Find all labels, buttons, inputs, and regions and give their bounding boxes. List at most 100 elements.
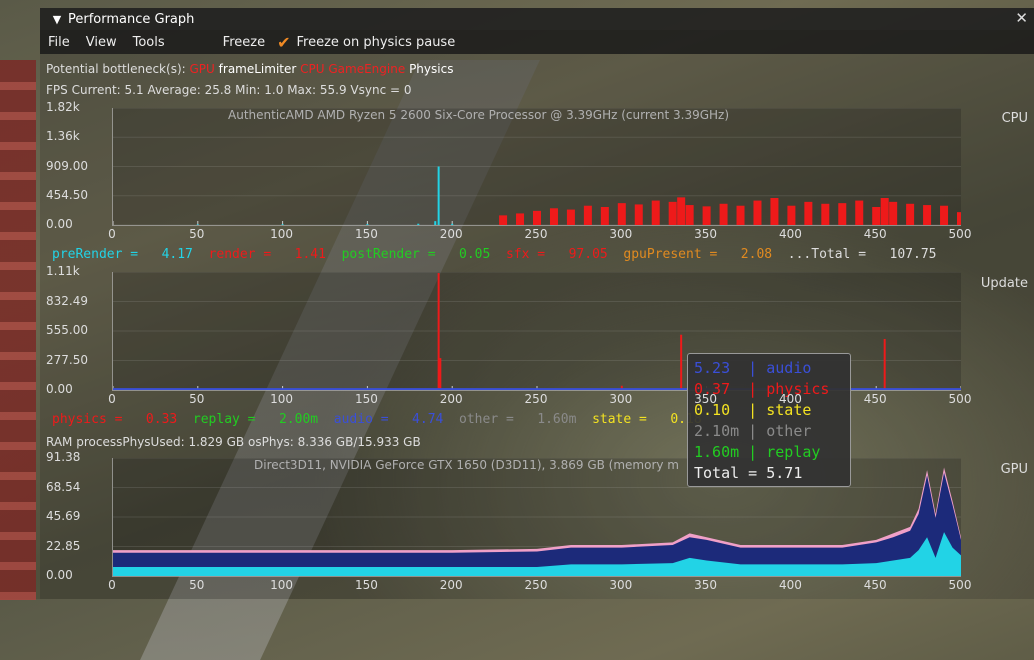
menu-view[interactable]: View bbox=[78, 35, 125, 50]
x-tick-label: 0 bbox=[108, 227, 116, 241]
performance-graph-window: ▼ Performance Graph ✕ File View Tools Fr… bbox=[40, 8, 1034, 599]
x-tick-label: 450 bbox=[863, 578, 887, 592]
x-tick-label: 150 bbox=[354, 578, 378, 592]
update-legend: physics = 0.33 replay = 2.00m audio = 4.… bbox=[52, 412, 717, 427]
x-tick-label: 350 bbox=[694, 578, 718, 592]
collapse-arrow-icon[interactable]: ▼ bbox=[48, 13, 66, 26]
fps-current: Current: 5.1 bbox=[71, 83, 144, 97]
bar-sfx bbox=[838, 203, 847, 225]
y-tick-label: 45.69 bbox=[46, 509, 81, 523]
tooltip-row: 1.60m | replay bbox=[694, 443, 821, 461]
x-tick-label: 500 bbox=[948, 227, 972, 241]
bar-sfx bbox=[566, 209, 575, 225]
freeze-button[interactable]: Freeze bbox=[215, 35, 273, 50]
bar-sfx bbox=[719, 203, 728, 225]
bar-sfx bbox=[651, 200, 660, 225]
legend-entry: audio = 4.74 bbox=[333, 412, 460, 427]
x-tick-label: 150 bbox=[354, 392, 378, 406]
hover-tooltip: 5.23 | audio 0.37 | physics 0.10 | state 2.… bbox=[687, 353, 851, 487]
legend-entry: ...Total = 107.75 bbox=[787, 247, 953, 262]
bottleneck-line: Potential bottleneck(s): GPU frameLimite… bbox=[46, 62, 453, 76]
y-tick-label: 909.00 bbox=[46, 158, 88, 173]
bar-sfx bbox=[770, 198, 779, 225]
bar-sfx bbox=[787, 205, 796, 225]
bar-sfx bbox=[583, 205, 592, 225]
bar-sfx bbox=[889, 201, 898, 225]
bar-sfx bbox=[617, 203, 626, 225]
tooltip-row: 2.10m | other bbox=[694, 422, 812, 440]
y-tick-label: 555.00 bbox=[46, 323, 88, 337]
menu-tools[interactable]: Tools bbox=[125, 35, 173, 50]
y-tick-label: 277.50 bbox=[46, 352, 88, 367]
bar-preRender bbox=[451, 223, 454, 225]
y-tick-label: 0.00 bbox=[46, 217, 73, 231]
freeze-on-physics-toggle[interactable]: Freeze on physics pause bbox=[296, 35, 463, 50]
y-tick-label: 0.00 bbox=[46, 382, 73, 396]
fps-average: Average: 25.8 bbox=[147, 83, 232, 97]
x-tick-label: 500 bbox=[948, 578, 972, 592]
update-section-label: Update bbox=[980, 276, 1028, 291]
bottleneck-gameengine: GameEngine bbox=[328, 62, 406, 76]
bar-sfx bbox=[533, 210, 541, 225]
y-tick-label: 454.50 bbox=[46, 187, 88, 202]
bar-sfx bbox=[634, 204, 643, 225]
x-tick-label: 400 bbox=[778, 227, 802, 241]
x-tick-label: 200 bbox=[439, 392, 463, 406]
checkmark-icon[interactable]: ✔ bbox=[277, 33, 290, 52]
bar-sfx bbox=[880, 198, 889, 225]
x-tick-label: 500 bbox=[948, 392, 972, 406]
bottleneck-cpu: CPU bbox=[300, 62, 325, 76]
y-tick-label: 1.82k bbox=[46, 100, 80, 114]
bar-sfx bbox=[516, 213, 525, 225]
ram-line: RAM processPhysUsed: 1.829 GB osPhys: 8.… bbox=[46, 435, 421, 449]
fps-vsync: Vsync = 0 bbox=[350, 83, 412, 97]
x-tick-label: 450 bbox=[863, 392, 887, 406]
area-navy bbox=[113, 472, 961, 576]
tooltip-total: Total = 5.71 bbox=[694, 464, 803, 482]
bar-physics bbox=[439, 358, 442, 390]
ram-label: RAM bbox=[46, 435, 73, 449]
x-tick-label: 350 bbox=[694, 392, 718, 406]
y-tick-label: 1.11k bbox=[46, 264, 80, 278]
bar-sfx bbox=[804, 201, 813, 225]
x-tick-label: 400 bbox=[778, 392, 802, 406]
legend-entry: render = 1.41 bbox=[208, 247, 342, 262]
bar-sfx bbox=[702, 206, 711, 225]
cpu-legend: preRender = 4.17 render = 1.41 postRende… bbox=[52, 247, 952, 262]
y-tick-label: 91.38 bbox=[46, 450, 81, 464]
cpu-plot bbox=[112, 108, 961, 226]
bar-sfx bbox=[872, 207, 881, 225]
menubar: File View Tools Freeze ✔ Freeze on physi… bbox=[40, 30, 1034, 54]
legend-entry: replay = 2.00m bbox=[192, 412, 334, 427]
menu-file[interactable]: File bbox=[40, 35, 78, 50]
titlebar[interactable]: ▼ Performance Graph ✕ bbox=[40, 8, 1034, 30]
bar-sfx bbox=[957, 212, 961, 225]
bar-sfx bbox=[600, 207, 609, 225]
bar-preRender bbox=[281, 224, 284, 225]
bar-sfx bbox=[821, 203, 830, 225]
bottleneck-gpu: GPU bbox=[189, 62, 215, 76]
y-tick-label: 1.36k bbox=[46, 129, 80, 144]
window-title: Performance Graph bbox=[68, 11, 195, 27]
x-tick-label: 250 bbox=[524, 227, 548, 241]
bar-sfx bbox=[736, 205, 745, 225]
legend-entry: other = 1.60m bbox=[459, 412, 593, 427]
bar-sfx bbox=[677, 197, 686, 225]
y-tick-label: 832.49 bbox=[46, 293, 88, 308]
legend-entry: postRender = 0.05 bbox=[341, 247, 506, 262]
fps-label: FPS bbox=[46, 83, 68, 97]
bar-physics bbox=[680, 334, 683, 390]
x-tick-label: 0 bbox=[108, 392, 116, 406]
x-tick-label: 100 bbox=[270, 227, 294, 241]
close-icon[interactable]: ✕ bbox=[1015, 9, 1028, 27]
fps-line: FPS Current: 5.1 Average: 25.8 Min: 1.0 … bbox=[46, 83, 412, 97]
bar-sfx bbox=[923, 205, 932, 225]
fps-min: Min: 1.0 bbox=[235, 83, 284, 97]
legend-entry: gpuPresent = 2.08 bbox=[623, 247, 788, 262]
bar-sfx bbox=[855, 200, 864, 225]
bar-preRender bbox=[417, 223, 420, 225]
x-tick-label: 100 bbox=[270, 392, 294, 406]
ram-osphys: osPhys: 8.336 GB/15.933 GB bbox=[247, 435, 421, 449]
bar-sfx bbox=[685, 205, 694, 225]
x-tick-label: 450 bbox=[863, 227, 887, 241]
